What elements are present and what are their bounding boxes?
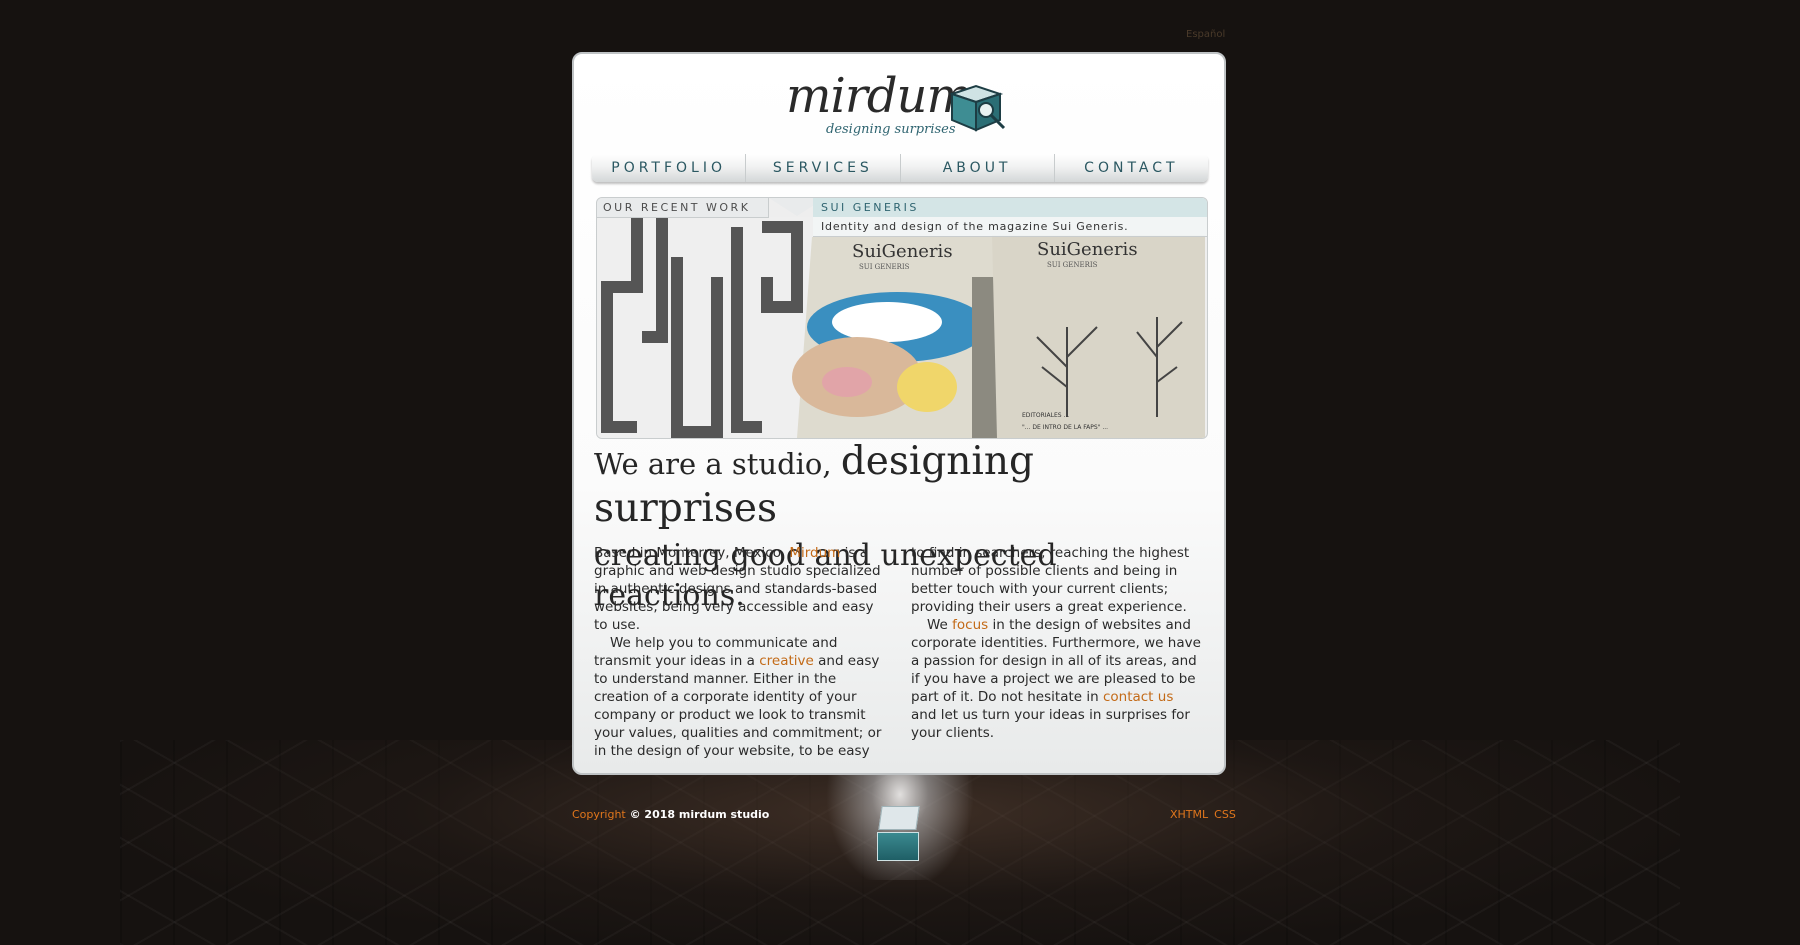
box-logo-icon <box>948 84 1006 132</box>
mirdum-link[interactable]: Mirdum <box>789 545 840 561</box>
logo-wordmark: mirdum <box>786 68 972 124</box>
nav-services[interactable]: SERVICES <box>746 154 901 182</box>
paragraph-focus: We focus in the design of websites and c… <box>911 617 1201 741</box>
main-nav: PORTFOLIO SERVICES ABOUT CONTACT <box>592 154 1208 182</box>
logo-tagline: designing surprises <box>826 122 956 137</box>
featured-caption: SUI GENERIS Identity and design of the m… <box>813 198 1207 237</box>
body-column-left: Based in Monterrey, Mexico. Mirdum is a … <box>594 544 884 760</box>
svg-text:SUI GENERIS: SUI GENERIS <box>859 263 910 271</box>
svg-text:EDITORIALES ...: EDITORIALES ... <box>1022 412 1069 419</box>
nav-about[interactable]: ABOUT <box>901 154 1055 182</box>
cover-title-left: SuiGeneris <box>852 241 953 262</box>
copyright-link[interactable]: Copyright <box>572 808 626 821</box>
copyright-text: © 2018 mirdum studio <box>625 808 770 821</box>
featured-title: SUI GENERIS <box>813 198 1207 217</box>
xhtml-link[interactable]: XHTML <box>1170 808 1208 821</box>
open-box-lid-icon <box>878 806 920 830</box>
contact-us-link[interactable]: contact us <box>1103 689 1173 705</box>
content-panel: mirdum designing surprises PORTFOLIO SER… <box>572 52 1226 775</box>
language-link[interactable]: Español <box>1186 29 1225 40</box>
paragraph-communicate: We help you to communicate and transmit … <box>594 635 882 759</box>
svg-text:SUI GENERIS: SUI GENERIS <box>1047 261 1098 269</box>
svg-text:"... DE INTRO DE LA FAPS" ...: "... DE INTRO DE LA FAPS" ... <box>1022 424 1108 431</box>
paragraph-intro: Based in Monterrey, Mexico. Mirdum is a … <box>594 545 881 633</box>
teal-box-icon <box>877 832 919 861</box>
featured-work-image: SuiGeneris SUI GENERIS SuiGeneris SUI GE… <box>597 217 1205 438</box>
footer-validation-links: XHTML CSS <box>1164 808 1236 821</box>
nav-contact[interactable]: CONTACT <box>1055 154 1208 182</box>
featured-work[interactable]: SuiGeneris SUI GENERIS SuiGeneris SUI GE… <box>596 197 1208 439</box>
creative-link[interactable]: creative <box>759 653 814 669</box>
logo[interactable]: mirdum designing surprises <box>786 68 1016 138</box>
nav-portfolio[interactable]: PORTFOLIO <box>592 154 747 182</box>
paragraph-continued: to find in searchers, reaching the highe… <box>911 545 1190 615</box>
footer-copyright: Copyright © 2018 mirdum studio <box>572 808 769 821</box>
recent-work-label: OUR RECENT WORK <box>597 198 769 218</box>
headline-part-1: We are a studio, <box>594 447 841 481</box>
cover-title-right: SuiGeneris <box>1037 239 1138 260</box>
body-column-right: to find in searchers, reaching the highe… <box>911 544 1201 742</box>
featured-description: Identity and design of the magazine Sui … <box>821 220 1129 233</box>
css-link[interactable]: CSS <box>1214 808 1236 821</box>
focus-link[interactable]: focus <box>952 617 988 633</box>
